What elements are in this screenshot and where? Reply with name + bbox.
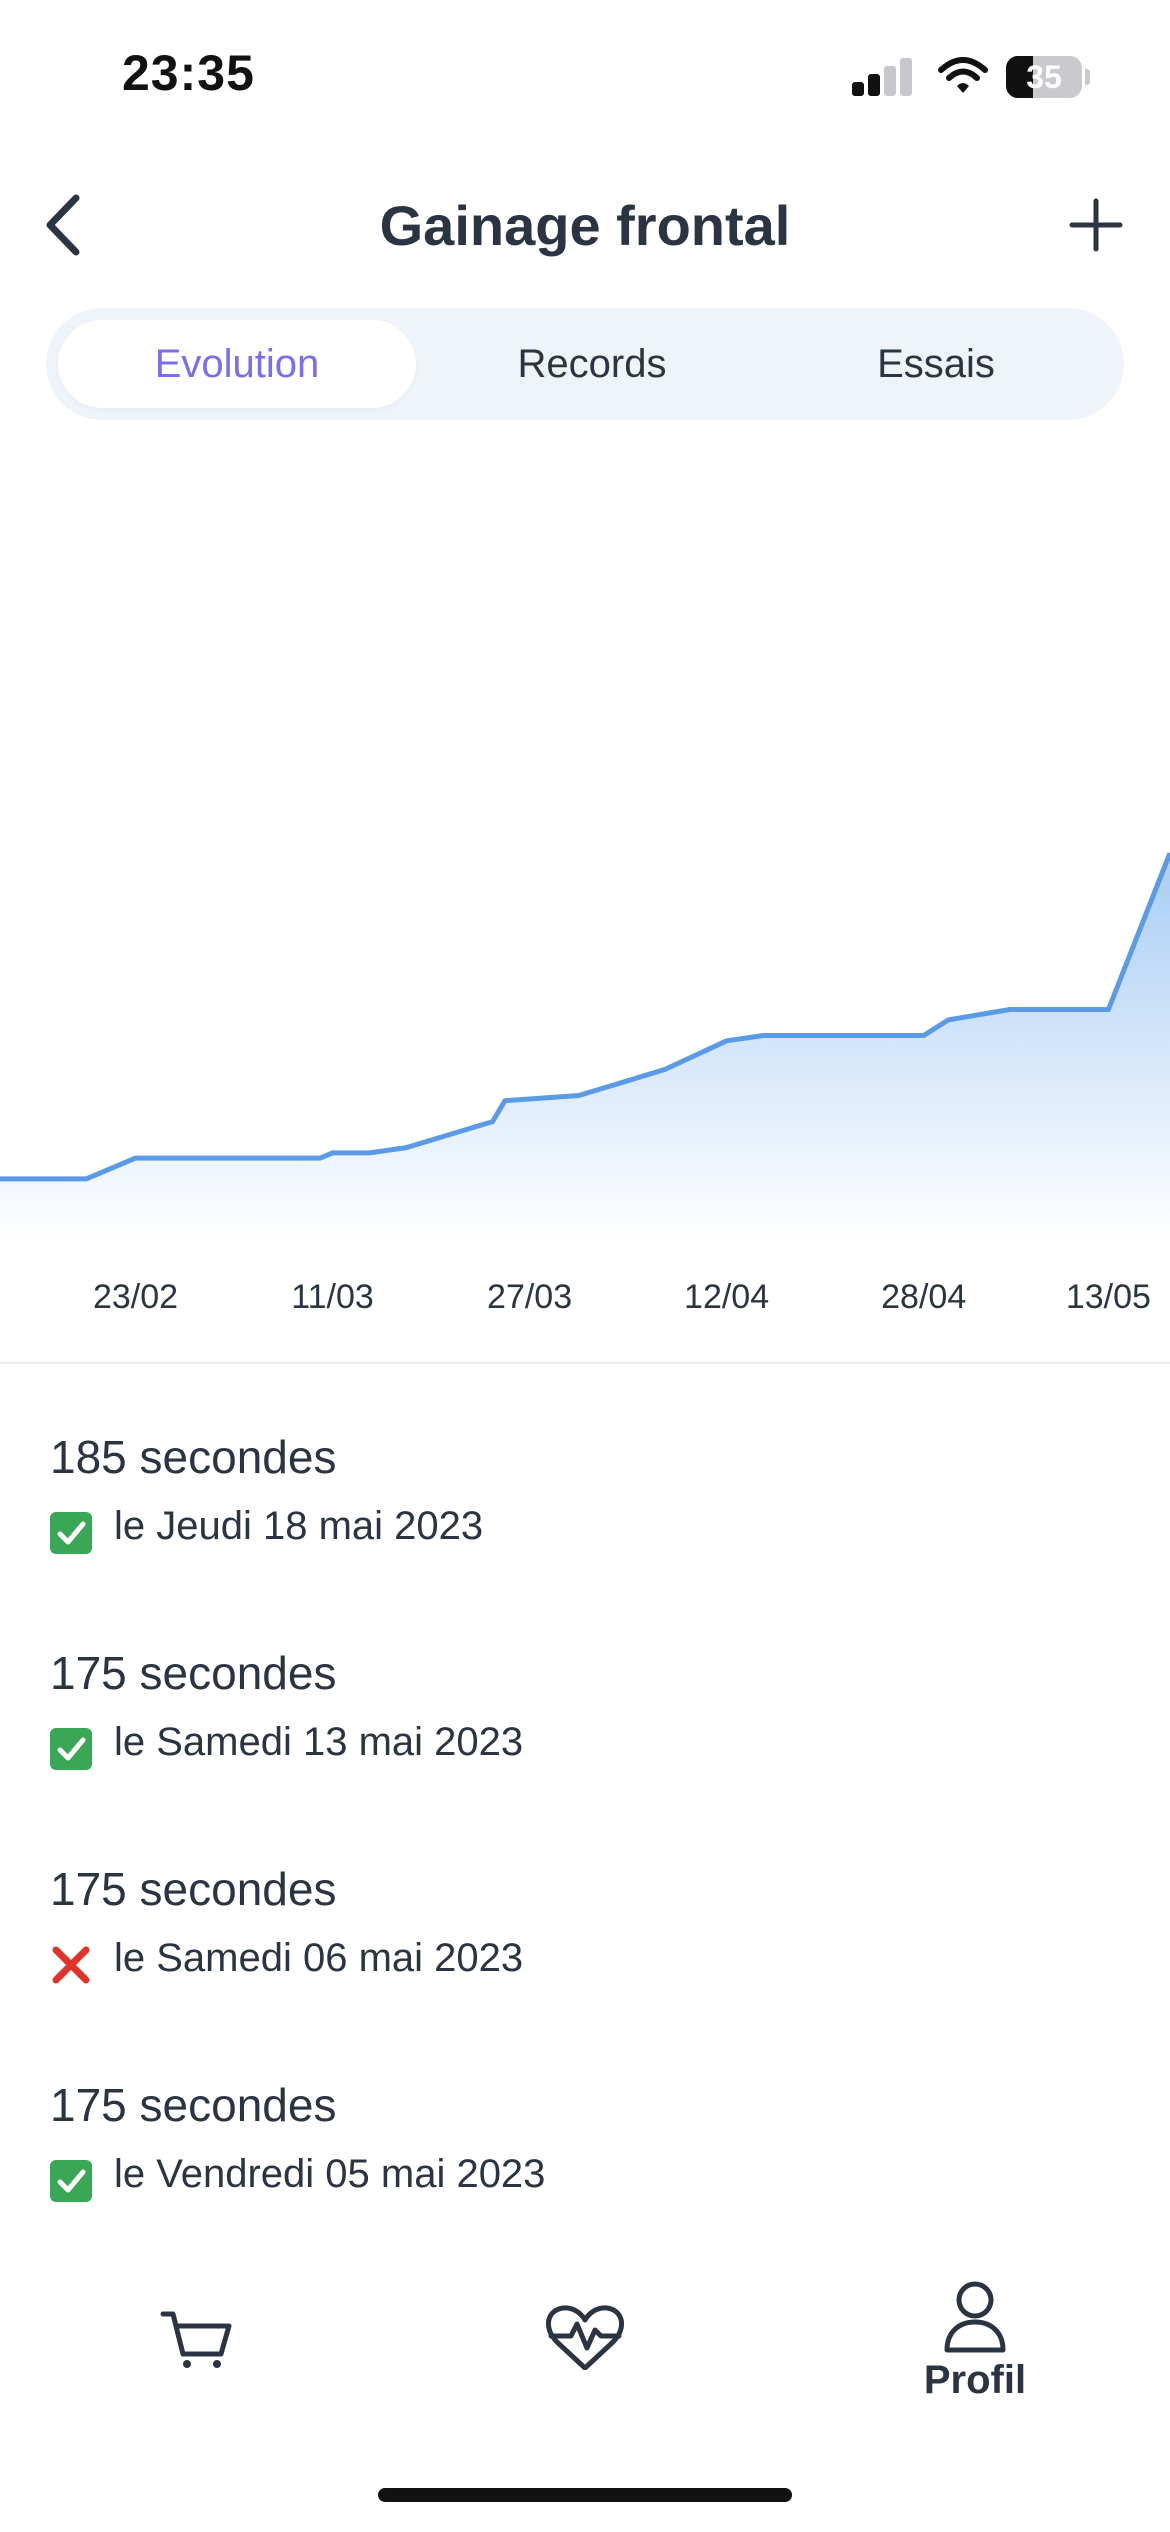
x-tick-label: 11/03 <box>291 1278 374 1316</box>
history-item-value: 175 secondes <box>50 1863 337 1915</box>
history-item-date: le Samedi 13 mai 2023 <box>114 1720 524 1764</box>
history-item-value: 175 secondes <box>50 2079 337 2131</box>
evolution-chart: 23/02 11/03 27/03 12/04 28/04 13/05 <box>0 420 1170 1340</box>
cart-icon <box>160 2311 232 2368</box>
x-tick-label: 28/04 <box>881 1278 966 1316</box>
x-tick-label: 23/02 <box>93 1278 178 1316</box>
x-tick-label: 27/03 <box>487 1278 572 1316</box>
x-tick-label: 12/04 <box>684 1278 769 1316</box>
bottom-nav: Profil <box>0 2250 1170 2450</box>
history-item-value: 175 secondes <box>50 1647 337 1699</box>
status-time: 23:35 <box>122 45 255 101</box>
nav-cart[interactable] <box>95 2250 295 2430</box>
history-item[interactable]: 185 secondes le Jeudi 18 mai 2023 <box>50 1420 1130 1600</box>
status-bar: 23:35 35 <box>0 0 1170 150</box>
chart-area <box>0 853 1170 1240</box>
nav-profile-label: Profil <box>923 2358 1027 2402</box>
history-item-date: le Vendredi 05 mai 2023 <box>114 2152 546 2196</box>
history-item-date: le Samedi 06 mai 2023 <box>114 1936 524 1980</box>
chart-svg: 23/02 11/03 27/03 12/04 28/04 13/05 <box>0 852 1170 1316</box>
battery-level: 35 <box>1026 59 1062 95</box>
check-icon <box>50 1512 92 1554</box>
wifi-icon <box>938 56 988 96</box>
history-item[interactable]: 175 secondes le Samedi 06 mai 2023 <box>50 1852 1130 2032</box>
battery-icon: 35 <box>1006 56 1090 98</box>
history-item[interactable]: 175 secondes le Samedi 13 mai 2023 <box>50 1636 1130 1816</box>
nav-profile[interactable]: Profil <box>875 2250 1075 2430</box>
tab-essais[interactable]: Essais <box>776 320 1096 408</box>
plus-icon <box>1069 198 1123 252</box>
history-item-value: 185 secondes <box>50 1431 337 1483</box>
nav-health[interactable] <box>485 2250 685 2430</box>
heart-pulse-icon <box>546 2305 624 2371</box>
cellular-signal-icon <box>852 56 914 96</box>
user-icon <box>944 2281 1006 2353</box>
check-icon <box>50 2160 92 2202</box>
tab-records[interactable]: Records <box>432 320 752 408</box>
header: Gainage frontal <box>0 175 1170 275</box>
page-title: Gainage frontal <box>379 194 791 257</box>
check-icon <box>50 1728 92 1770</box>
history-item[interactable]: 175 secondes le Vendredi 05 mai 2023 <box>50 2068 1130 2248</box>
x-tick-label: 13/05 <box>1066 1278 1151 1316</box>
cross-icon <box>50 1944 92 1986</box>
segmented-tabs: Evolution Records Essais <box>46 308 1124 420</box>
tab-evolution[interactable]: Evolution <box>58 320 416 408</box>
add-button[interactable] <box>1066 195 1126 255</box>
screen: 23:35 35 Gainage frontal Evolution Recor… <box>0 0 1170 2532</box>
home-indicator[interactable] <box>378 2488 792 2502</box>
history-item-date: le Jeudi 18 mai 2023 <box>114 1504 484 1548</box>
divider <box>0 1362 1170 1364</box>
